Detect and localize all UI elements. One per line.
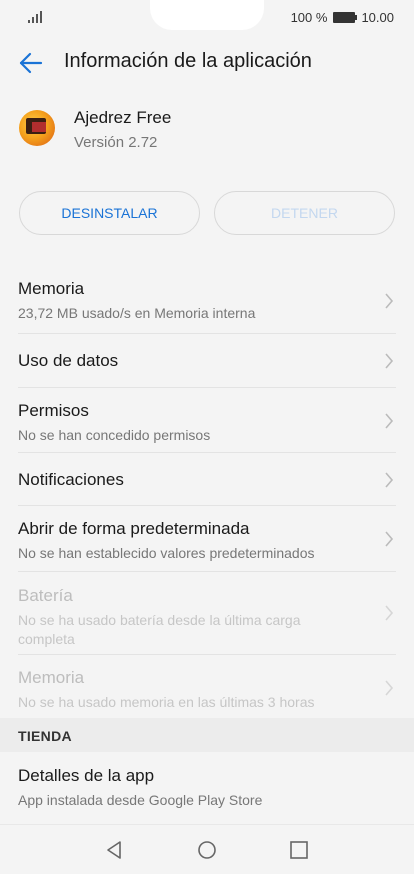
status-bar: 100 % 10.00 <box>0 0 414 36</box>
section-header-store: TIENDA <box>0 718 414 752</box>
uninstall-button[interactable]: DESINSTALAR <box>19 191 200 235</box>
chevron-right-icon <box>385 472 394 488</box>
stop-button: DETENER <box>214 191 395 235</box>
settings-list: Memoria 23,72 MB usado/s en Memoria inte… <box>0 268 414 719</box>
list-item-title: Memoria <box>18 279 85 298</box>
list-item-memory-usage: Memoria No se ha usado memoria en las úl… <box>18 655 396 719</box>
list-item-title: Notificaciones <box>18 470 124 489</box>
section-header-label: TIENDA <box>18 728 72 744</box>
page-title: Información de la aplicación <box>64 50 312 72</box>
list-item-subtitle: No se han concedido permisos <box>18 427 211 443</box>
list-item-open-by-default[interactable]: Abrir de forma predeterminada No se han … <box>18 506 396 572</box>
chevron-right-icon <box>385 680 394 696</box>
list-item-subtitle: 23,72 MB usado/s en Memoria interna <box>18 305 256 321</box>
list-item-title: Batería <box>18 586 73 605</box>
list-item-subtitle: No se han establecido valores predetermi… <box>18 545 315 561</box>
list-item-title: Detalles de la app <box>18 766 155 785</box>
navigation-bar <box>0 824 414 874</box>
list-item-subtitle: App instalada desde Google Play Store <box>18 792 263 808</box>
status-right: 100 % 10.00 <box>291 10 394 25</box>
list-item-data-usage[interactable]: Uso de datos <box>18 334 396 388</box>
list-item-battery: Batería No se ha usado batería desde la … <box>18 572 396 655</box>
list-item-title: Memoria <box>18 668 85 687</box>
list-item-memory[interactable]: Memoria 23,72 MB usado/s en Memoria inte… <box>18 268 396 334</box>
store-list: Detalles de la app App instalada desde G… <box>0 752 414 824</box>
list-item-title: Uso de datos <box>18 351 119 370</box>
nav-back-icon[interactable] <box>104 840 124 860</box>
battery-percent: 100 % <box>290 10 328 25</box>
app-info-header: Ajedrez Free Versión 2.72 <box>0 90 414 180</box>
chevron-right-icon <box>385 605 394 621</box>
chevron-right-icon <box>385 413 394 429</box>
nav-home-icon[interactable] <box>197 840 217 860</box>
app-icon <box>19 110 55 146</box>
app-bar: Información de la aplicación <box>0 36 414 90</box>
app-info-content: Ajedrez Free Versión 2.72 DESINSTALAR DE… <box>0 90 414 824</box>
list-item-permissions[interactable]: Permisos No se han concedido permisos <box>18 388 396 453</box>
list-item-title: Abrir de forma predeterminada <box>18 519 250 538</box>
list-item-app-details[interactable]: Detalles de la app App instalada desde G… <box>18 752 396 824</box>
signal-icon <box>28 11 42 23</box>
app-name: Ajedrez Free <box>74 108 172 127</box>
chevron-right-icon <box>385 531 394 547</box>
nav-recents-icon[interactable] <box>289 840 309 860</box>
list-item-subtitle: No se ha usado memoria en las últimas 3 … <box>18 694 315 710</box>
list-item-notifications[interactable]: Notificaciones <box>18 453 396 506</box>
clock: 10.00 <box>361 10 394 25</box>
list-item-title: Permisos <box>18 401 89 420</box>
chevron-right-icon <box>385 353 394 369</box>
chevron-right-icon <box>385 293 394 309</box>
camera-notch <box>150 0 264 30</box>
list-item-subtitle: No se ha usado batería desde la última c… <box>18 612 301 647</box>
back-arrow-icon[interactable] <box>18 50 44 76</box>
battery-icon <box>333 12 358 23</box>
app-version: Versión 2.72 <box>74 134 158 151</box>
